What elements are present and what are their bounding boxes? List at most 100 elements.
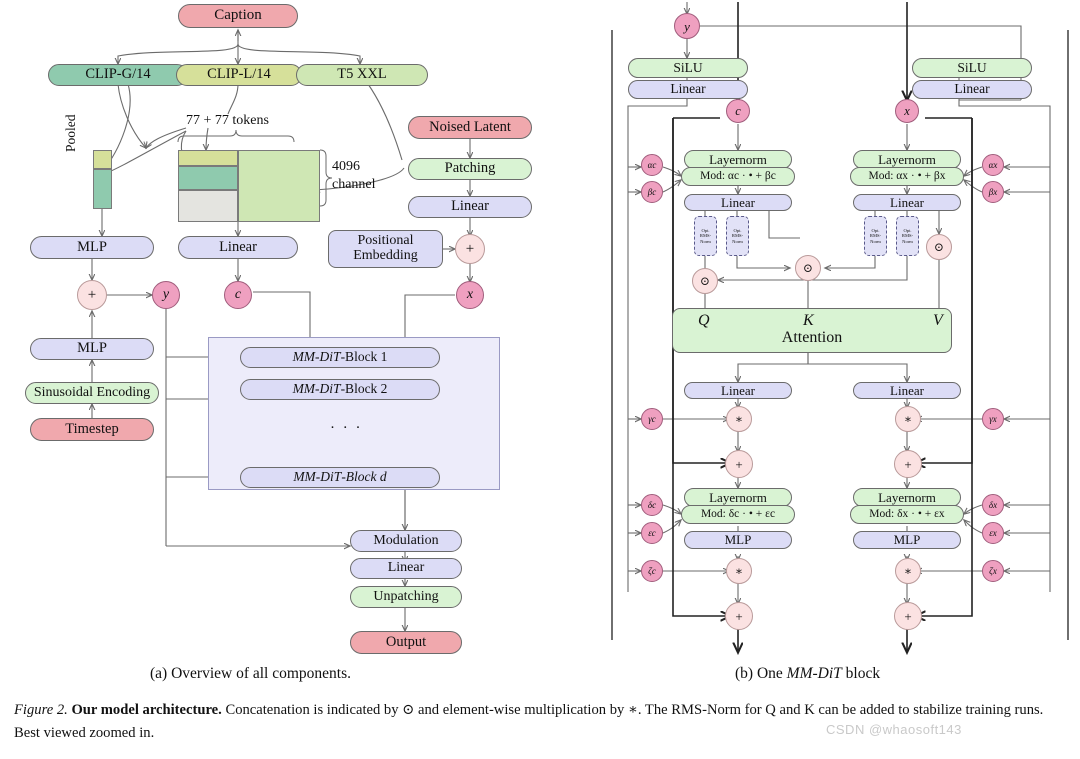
param-delta-x[interactable]: δx (982, 494, 1004, 516)
var-y-node[interactable]: y (152, 281, 180, 309)
positional-embedding-line1: Positional (357, 233, 414, 249)
figure-label: Figure 2. (14, 702, 68, 718)
mmdit-block-2[interactable]: MM-DiT -Block 2 (240, 379, 440, 400)
b-var-x[interactable]: x (895, 99, 919, 123)
b-linear-x-post[interactable]: Linear (853, 382, 961, 399)
pooled-vector-bottom (93, 169, 112, 209)
param-beta-c[interactable]: βc (641, 181, 663, 203)
b-concat-k[interactable]: ⊙ (795, 255, 821, 281)
b-mlp-x[interactable]: MLP (853, 531, 961, 549)
b-add-x-attn[interactable]: + (894, 450, 922, 478)
param-alpha-x[interactable]: αx (982, 154, 1004, 176)
mmdit-block-1-italic: MM-DiT (292, 349, 341, 365)
attention-k-label: K (803, 312, 814, 329)
b-linear-x-qkv[interactable]: Linear (853, 194, 961, 211)
encoder-clip-l[interactable]: CLIP-L/14 (176, 64, 302, 86)
b-mod-c-attn[interactable]: Mod: αc · • + βc (681, 167, 795, 186)
var-c-node[interactable]: c (224, 281, 252, 309)
b-linear-right[interactable]: Linear (912, 80, 1032, 99)
b-silu-left[interactable]: SiLU (628, 58, 748, 78)
channel-annotation-line1: 4096 (332, 159, 360, 174)
encoder-clip-g[interactable]: CLIP-G/14 (48, 64, 188, 86)
b-rms-norm-c-k[interactable]: Opt. RMS- Norm (726, 216, 749, 256)
b-linear-c-post[interactable]: Linear (684, 382, 792, 399)
mmdit-block-1[interactable]: MM-DiT -Block 1 (240, 347, 440, 368)
mmdit-block-d-italic: MM-DiT (293, 469, 342, 485)
mlp-timestep[interactable]: MLP (30, 338, 154, 360)
b-mul-x-mlp[interactable]: ∗ (895, 558, 921, 584)
param-epsilon-c[interactable]: εc (641, 522, 663, 544)
param-gamma-c[interactable]: γc (641, 408, 663, 430)
token-grid-clipg (178, 166, 238, 190)
b-mul-x-attn[interactable]: ∗ (895, 406, 921, 432)
figure-bold-title: Our model architecture. (71, 702, 222, 718)
noised-latent[interactable]: Noised Latent (408, 116, 532, 139)
b-var-c[interactable]: c (726, 99, 750, 123)
b-mul-c-attn[interactable]: ∗ (726, 406, 752, 432)
linear-context[interactable]: Linear (178, 236, 298, 259)
pooled-vector-top (93, 150, 112, 169)
var-x-node[interactable]: x (456, 281, 484, 309)
patching-node[interactable]: Patching (408, 158, 532, 180)
channel-annotation-line2: channel (332, 177, 376, 192)
b-mod-x-attn[interactable]: Mod: αx · • + βx (850, 167, 964, 186)
mlp-pooled[interactable]: MLP (30, 236, 154, 259)
add-x-node[interactable]: + (455, 234, 485, 264)
caption-node[interactable]: Caption (178, 4, 298, 28)
b-rms-norm-x-k[interactable]: Opt. RMS- Norm (896, 216, 919, 256)
b-rms-norm-c-q[interactable]: Opt. RMS- Norm (694, 216, 717, 256)
b-mod-c-mlp[interactable]: Mod: δc · • + εc (681, 505, 795, 524)
param-epsilon-x[interactable]: εx (982, 522, 1004, 544)
modulation-node[interactable]: Modulation (350, 530, 462, 552)
b-mod-x-mlp[interactable]: Mod: δx · • + εx (850, 505, 964, 524)
attention-label: Attention (781, 329, 843, 347)
subcaption-b: (b) One MM-DiT block (735, 665, 880, 683)
b-mlp-c[interactable]: MLP (684, 531, 792, 549)
b-rms-norm-x-q[interactable]: Opt. RMS- Norm (864, 216, 887, 256)
positional-embedding-line2: Embedding (353, 248, 418, 263)
rms-l3: Norm (732, 238, 743, 244)
timestep-node[interactable]: Timestep (30, 418, 154, 441)
blocks-ellipsis: · · · (330, 420, 363, 436)
b-add-c-mlp[interactable]: + (725, 602, 753, 630)
mmdit-block-2-italic: MM-DiT (292, 381, 341, 397)
token-grid-clipl (178, 150, 238, 166)
sinusoidal-encoding[interactable]: Sinusoidal Encoding (25, 382, 159, 404)
b-add-x-mlp[interactable]: + (894, 602, 922, 630)
subcaption-a: (a) Overview of all components. (150, 665, 352, 682)
param-gamma-x[interactable]: γx (982, 408, 1004, 430)
param-zeta-c[interactable]: ζc (641, 560, 663, 582)
b-concat-q[interactable]: ⊙ (692, 268, 718, 294)
watermark: CSDN @whaosoft143 (826, 722, 962, 737)
b-var-y[interactable]: y (674, 13, 700, 39)
mmdit-block-d[interactable]: MM-DiT -Block d (240, 467, 440, 488)
b-mul-c-mlp[interactable]: ∗ (726, 558, 752, 584)
param-beta-x[interactable]: βx (982, 181, 1004, 203)
encoder-t5-xxl[interactable]: T5 XXL (296, 64, 428, 86)
b-add-c-attn[interactable]: + (725, 450, 753, 478)
subcaption-b-prefix: (b) One (735, 665, 787, 682)
attention-q-label: Q (698, 312, 710, 329)
rms-l3: Norm (700, 238, 711, 244)
param-alpha-c[interactable]: αc (641, 154, 663, 176)
param-delta-c[interactable]: δc (641, 494, 663, 516)
tokens-annotation: 77 + 77 tokens (186, 113, 269, 128)
b-linear-c-qkv[interactable]: Linear (684, 194, 792, 211)
mmdit-block-d-rest: -Block d (341, 469, 387, 485)
positional-embedding[interactable]: Positional Embedding (328, 230, 443, 268)
b-silu-right[interactable]: SiLU (912, 58, 1032, 78)
linear-out[interactable]: Linear (350, 558, 462, 579)
attention-v-label: V (933, 312, 943, 329)
add-y-node[interactable]: + (77, 280, 107, 310)
pooled-label: Pooled (63, 114, 78, 152)
b-linear-left[interactable]: Linear (628, 80, 748, 99)
param-zeta-x[interactable]: ζx (982, 560, 1004, 582)
token-grid-pad (178, 190, 238, 222)
b-concat-v[interactable]: ⊙ (926, 234, 952, 260)
rms-l3: Norm (902, 238, 913, 244)
linear-latent[interactable]: Linear (408, 196, 532, 218)
output-node[interactable]: Output (350, 631, 462, 654)
mmdit-block-1-rest: -Block 1 (340, 349, 388, 365)
unpatching-node[interactable]: Unpatching (350, 586, 462, 608)
figure-canvas: Caption CLIP-G/14 CLIP-L/14 T5 XXL 77 + … (0, 0, 1080, 759)
